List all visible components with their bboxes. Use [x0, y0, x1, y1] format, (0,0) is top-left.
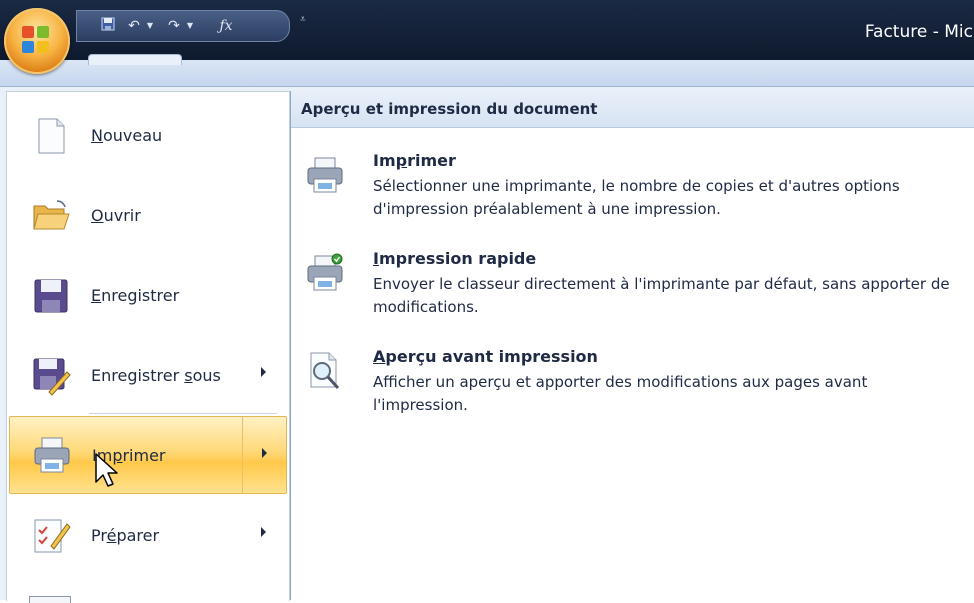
menu-item-label: Ouvrir [91, 206, 141, 225]
office-menu-commands: Nouveau Ouvrir Enregistrer Enregistrer s… [6, 91, 290, 603]
menu-item-enregistrer-sous[interactable]: Enregistrer sous [9, 336, 285, 414]
option-description: Sélectionner une imprimante, le nombre d… [373, 177, 900, 218]
undo-dropdown-icon[interactable]: ▼ [145, 17, 155, 35]
redo-dropdown-icon[interactable]: ▼ [185, 17, 195, 35]
undo-icon[interactable]: ↶ [125, 17, 143, 35]
office-button[interactable] [4, 8, 70, 74]
split-divider [242, 417, 243, 493]
submenu-arrow-icon[interactable] [262, 448, 267, 458]
quick-print-icon [305, 253, 345, 293]
print-submenu-panel: Aperçu et impression du document Imprime… [290, 91, 974, 600]
save-icon[interactable] [99, 17, 117, 35]
menu-item-imprimer[interactable]: Imprimer [9, 416, 287, 494]
submenu-arrow-icon [261, 367, 266, 377]
open-folder-icon [31, 196, 71, 236]
submenu-arrow-icon [261, 527, 266, 537]
menu-item-ouvrir[interactable]: Ouvrir [9, 176, 285, 254]
customize-quick-access-icon[interactable]: ⩡ [300, 14, 306, 25]
option-title: Aperçu avant impression [373, 347, 598, 366]
office-logo-icon [22, 26, 52, 56]
new-document-icon [31, 116, 71, 156]
save-icon [31, 276, 71, 316]
office-menu: Nouveau Ouvrir Enregistrer Enregistrer s… [0, 86, 974, 603]
option-description: Envoyer le classeur directement à l'impr… [373, 275, 950, 316]
prepare-pencil-icon [31, 516, 71, 556]
mouse-cursor-icon [95, 453, 118, 487]
save-as-icon [31, 356, 71, 396]
menu-item-label: Nouveau [91, 126, 163, 145]
function-icon[interactable]: ƒx [217, 17, 235, 35]
option-impression-rapide[interactable]: Impression rapide Envoyer le classeur di… [291, 249, 974, 345]
print-preview-icon [305, 351, 345, 391]
option-imprimer[interactable]: Imprimer Sélectionner une imprimante, le… [291, 151, 974, 247]
option-apercu-avant-impression[interactable]: Aperçu avant impression Afficher un aper… [291, 347, 974, 443]
redo-icon[interactable]: ↷ [165, 17, 183, 35]
menu-item-preparer[interactable]: Préparer [9, 496, 285, 574]
ribbon-tab[interactable] [88, 54, 182, 65]
panel-heading: Aperçu et impression du document [301, 100, 598, 118]
option-description: Afficher un aperçu et apporter des modif… [373, 373, 868, 414]
menu-separator [89, 413, 277, 414]
panel-header: Aperçu et impression du document [291, 91, 974, 128]
menu-item-nouveau[interactable]: Nouveau [9, 96, 285, 174]
quick-access-toolbar: ↶ ▼ ↷ ▼ ƒx [76, 10, 290, 42]
option-title: Impression rapide [373, 249, 537, 268]
menu-item-label: Enregistrer [91, 286, 180, 305]
option-title: Imprimer [373, 151, 456, 170]
printer-icon [32, 435, 72, 475]
menu-item-label: Préparer [91, 526, 160, 545]
title-bar: ↶ ▼ ↷ ▼ ƒx ⩡ Facture - Micr [0, 0, 974, 60]
next-item-icon [29, 596, 71, 603]
menu-item-enregistrer[interactable]: Enregistrer [9, 256, 285, 334]
window-title: Facture - Micr [864, 22, 974, 42]
printer-icon [305, 155, 345, 195]
menu-item-label: Enregistrer sous [91, 366, 221, 385]
